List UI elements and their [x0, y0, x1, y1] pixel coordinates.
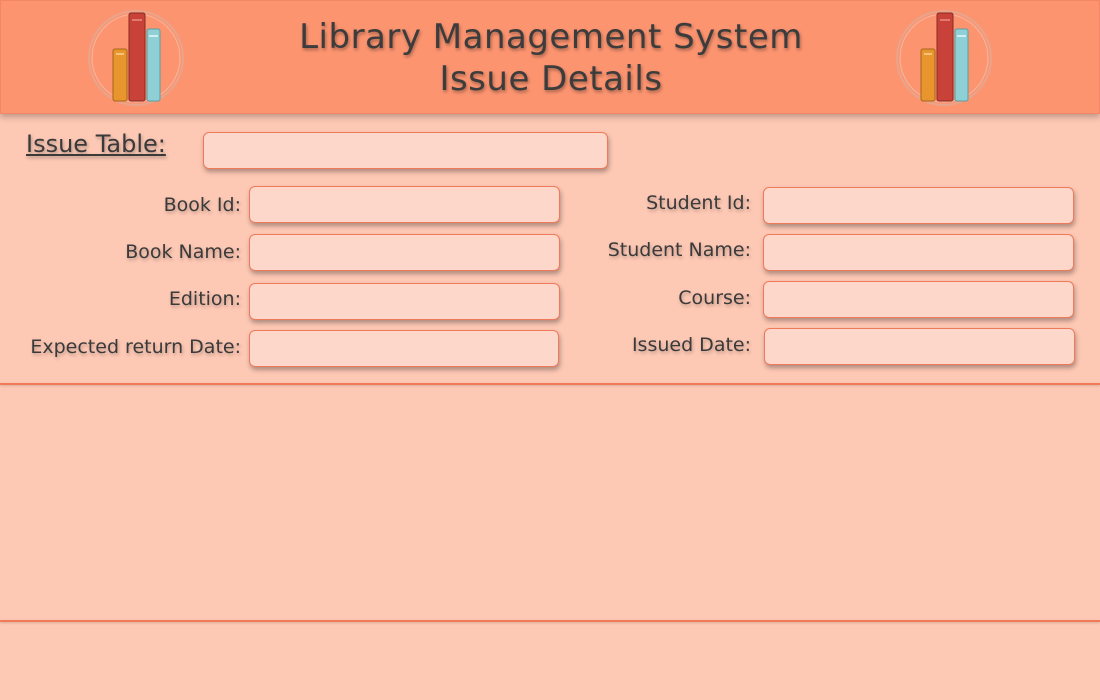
course-field[interactable] [763, 281, 1074, 318]
student-id-label: Student Id: [646, 192, 751, 214]
issue-table-label: Issue Table: [26, 130, 166, 158]
issued-date-label: Issued Date: [631, 334, 751, 356]
student-name-label: Student Name: [607, 239, 751, 261]
edition-field[interactable] [249, 283, 560, 320]
book-id-field[interactable] [249, 186, 560, 223]
book-name-field[interactable] [249, 234, 560, 271]
header-banner: Library Management System Issue Details [0, 0, 1100, 114]
book-id-label: Book Id: [163, 194, 241, 216]
issue-table-area[interactable] [0, 386, 1100, 621]
books-icon [896, 10, 992, 106]
page-title: Issue Details [439, 59, 663, 99]
edition-label: Edition: [168, 288, 241, 310]
issue-table-input[interactable] [203, 132, 608, 169]
student-id-field[interactable] [763, 187, 1074, 224]
app-title: Library Management System [299, 17, 803, 57]
student-name-field[interactable] [763, 234, 1074, 271]
expected-return-date-label: Expected return Date: [30, 336, 241, 358]
book-name-label: Book Name: [125, 241, 241, 263]
course-label: Course: [678, 287, 751, 309]
expected-return-date-field[interactable] [249, 330, 559, 367]
form-divider [0, 383, 1100, 385]
issued-date-field[interactable] [764, 328, 1075, 365]
books-icon [88, 10, 184, 106]
table-bottom-divider [0, 620, 1100, 622]
